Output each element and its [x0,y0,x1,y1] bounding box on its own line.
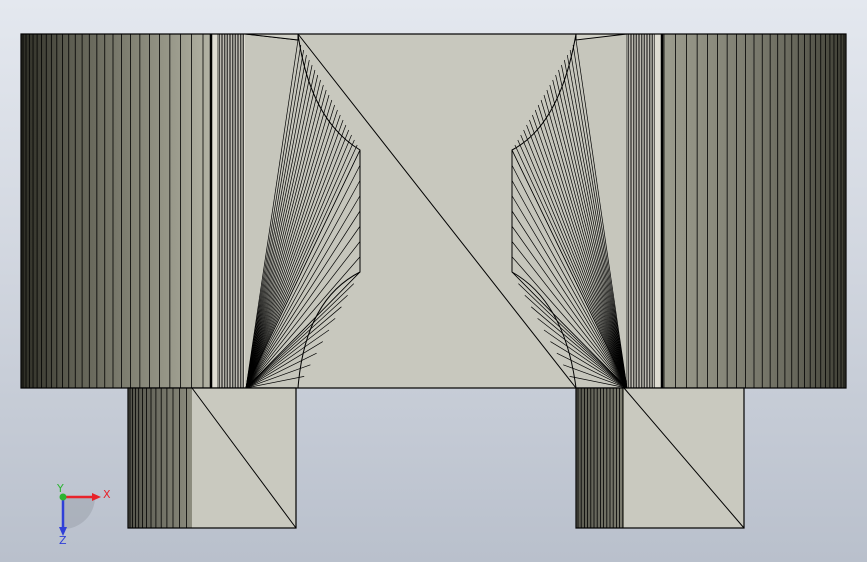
graphics-viewport[interactable]: X Y Z [0,0,867,562]
cad-model-view[interactable]: X Y Z [0,0,867,562]
triad-quadrant-shade [63,497,95,529]
left-cylindrical-face [21,34,211,388]
coordinate-triad[interactable]: X Y Z [56,482,111,547]
z-axis-label: Z [59,534,67,547]
y-axis-label: Y [56,482,64,495]
right-foot-facets [577,388,624,528]
left-foot-side-face [128,388,192,528]
x-axis-arrowhead [92,493,101,501]
left-slot-face [211,34,245,388]
x-axis-label: X [103,488,111,501]
